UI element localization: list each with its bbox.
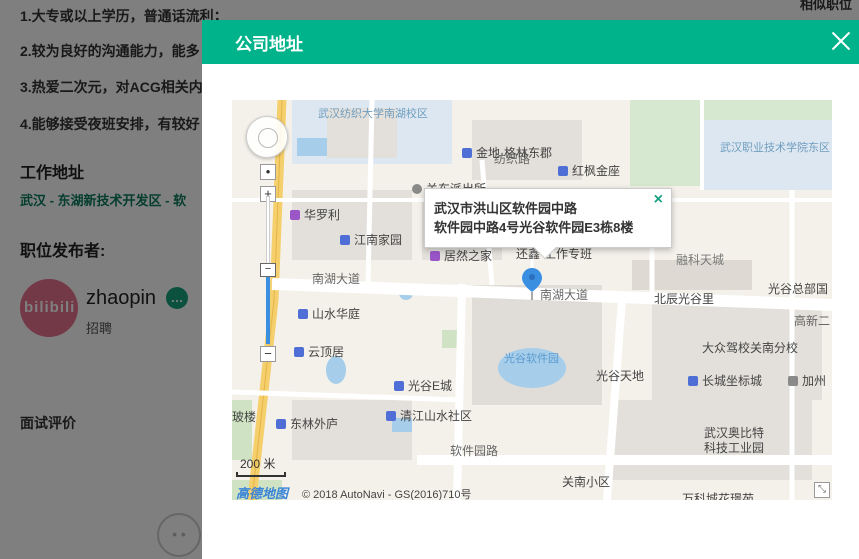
locate-button[interactable]: •	[260, 164, 276, 180]
location-marker-icon[interactable]	[522, 268, 542, 300]
poi-shanshui[interactable]: 山水华庭	[298, 307, 360, 321]
poi-label: 红枫金座	[572, 164, 621, 178]
home-icon	[386, 411, 396, 421]
poi-label: 北辰光谷里	[654, 292, 715, 306]
poi-guanggu-hq[interactable]: 光谷总部国	[768, 282, 828, 296]
poi-dazhong[interactable]: 大众驾校关南分校	[702, 341, 798, 355]
poi-guannan[interactable]: 关南小区	[562, 475, 610, 489]
campus-label-textile-univ: 武汉纺织大学南湖校区	[318, 108, 428, 120]
road-label-nanhu-west: 南湖大道	[312, 272, 361, 286]
police-icon	[412, 184, 422, 194]
road-label-nanhu-east: 南湖大道	[540, 288, 589, 302]
modal-title: 公司地址	[235, 34, 303, 54]
close-icon[interactable]	[830, 30, 852, 52]
road-label-software-park: 软件园路	[450, 444, 499, 458]
map-base	[232, 100, 832, 500]
poi-aobit[interactable]: 武汉奥比特	[704, 426, 764, 440]
poi-ecity[interactable]: 光谷E城	[394, 379, 452, 393]
info-close-icon[interactable]: ×	[654, 191, 663, 209]
poi-changcheng[interactable]: 长城坐标城	[688, 374, 762, 388]
modal-header: 公司地址	[202, 20, 859, 64]
building-icon	[558, 166, 568, 176]
poi-tiandi[interactable]: 光谷天地	[596, 369, 644, 383]
shop-icon	[290, 210, 300, 220]
poi-huaroli[interactable]: 华罗利	[290, 208, 340, 222]
poi-label: 居然之家	[444, 249, 493, 263]
poi-label: 万科城花璟苑	[682, 492, 755, 500]
campus-label-vocational: 武汉职业技术学院东区	[720, 142, 830, 154]
pan-control[interactable]	[246, 116, 288, 158]
poi-jiangnan[interactable]: 江南家园	[340, 233, 402, 247]
company-address-modal: 公司地址 武汉纺织大学南湖校区 武汉职业技术学院东区 纺织路 南湖大道 南湖大道…	[202, 20, 859, 559]
poi-label: 金地·格林东郡	[476, 146, 552, 160]
road-label-gaoxin: 高新二	[794, 314, 831, 328]
address-line-1: 武汉市洪山区软件园中路	[434, 201, 578, 216]
tag-icon	[788, 376, 798, 386]
poi-kejicheng[interactable]: 万科城花璟苑	[682, 492, 754, 500]
poi-label: 江南家园	[354, 233, 403, 247]
poi-qingjiang[interactable]: 清江山水社区	[386, 409, 472, 423]
poi-label: 武汉奥比特	[704, 426, 765, 440]
map-view[interactable]: 武汉纺织大学南湖校区 武汉职业技术学院东区 纺织路 南湖大道 南湖大道 软件园路…	[232, 100, 832, 500]
poi-label: 光谷天地	[596, 369, 645, 383]
poi-label: 大众驾校关南分校	[702, 341, 799, 355]
poi-jindi[interactable]: 金地·格林东郡	[462, 146, 552, 160]
poi-label: 光谷总部国	[768, 282, 829, 296]
poi-label: 玻楼	[232, 410, 257, 424]
shop-icon	[430, 251, 440, 261]
home-icon	[688, 376, 698, 386]
poi-aobit-park[interactable]: 科技工业园	[704, 441, 764, 455]
poi-jurang[interactable]: 居然之家	[430, 249, 492, 263]
poi-beichen[interactable]: 北辰光谷里	[654, 292, 714, 306]
zoom-control: • + − −	[260, 164, 276, 362]
address-info-window: 武汉市洪山区软件园中路 软件园中路4号光谷软件园E3栋8楼 ×	[424, 188, 672, 260]
building-icon	[394, 381, 404, 391]
map-copyright: © 2018 AutoNavi - GS(2016)710号	[302, 489, 472, 500]
poi-hongfeng[interactable]: 红枫金座	[558, 164, 620, 178]
scale-label: 200 米	[240, 457, 276, 471]
poi-bolou[interactable]: 玻楼	[232, 410, 256, 424]
poi-label: 清江山水社区	[400, 409, 473, 423]
poi-donglin[interactable]: 东林外庐	[276, 417, 338, 431]
scale-bar	[236, 472, 286, 477]
zoom-slider-handle[interactable]: −	[260, 263, 276, 277]
zoom-out-button[interactable]: −	[260, 346, 276, 362]
amap-logo[interactable]: 高德地图	[236, 483, 288, 500]
poi-label: 山水华庭	[312, 307, 361, 321]
poi-label: 光谷E城	[408, 379, 453, 393]
expand-icon[interactable]: ⤡	[814, 482, 830, 498]
address-line-2: 软件园中路4号光谷软件园E3栋8楼	[434, 220, 634, 235]
lake-label-software-park: 光谷软件园	[504, 353, 559, 365]
building-icon	[462, 148, 472, 158]
poi-yunding[interactable]: 云顶居	[294, 345, 344, 359]
poi-label: 东林外庐	[290, 417, 339, 431]
poi-jiazhou[interactable]: 加州	[788, 374, 826, 388]
home-icon	[294, 347, 304, 357]
poi-rongke[interactable]: 融科天城	[676, 253, 724, 267]
poi-label: 加州	[802, 374, 827, 388]
poi-label: 云顶居	[308, 345, 345, 359]
home-icon	[340, 235, 350, 245]
poi-label: 科技工业园	[704, 441, 765, 455]
zoom-slider-fill	[266, 277, 270, 344]
home-icon	[298, 309, 308, 319]
home-icon	[276, 419, 286, 429]
poi-label: 融科天城	[676, 253, 725, 267]
poi-label: 长城坐标城	[702, 374, 763, 388]
poi-label: 华罗利	[304, 208, 341, 222]
poi-label: 关南小区	[562, 475, 611, 489]
